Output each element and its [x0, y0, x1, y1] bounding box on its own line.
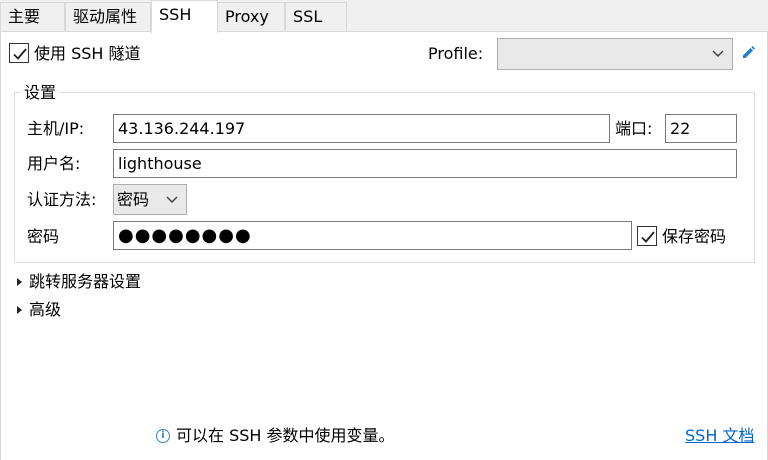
auth-method-label: 认证方法: — [27, 190, 97, 209]
host-label: 主机/IP: — [27, 119, 85, 138]
advanced-label: 高级 — [29, 300, 62, 319]
tab-label: 主要 — [8, 7, 41, 26]
advanced-expander[interactable]: 高级 — [17, 299, 61, 321]
expand-triangle-icon — [17, 278, 22, 286]
edit-pencil-icon[interactable] — [740, 45, 756, 61]
use-ssh-tunnel-label: 使用 SSH 隧道 — [34, 44, 141, 63]
port-label: 端口: — [615, 119, 653, 138]
save-password-checkbox[interactable] — [637, 226, 657, 246]
tab-ssh[interactable]: SSH — [151, 0, 218, 33]
jump-server-label: 跳转服务器设置 — [29, 272, 142, 291]
host-input[interactable]: 43.136.244.197 — [113, 114, 610, 143]
checkmark-icon — [13, 48, 27, 60]
tab-label: SSL — [293, 7, 323, 26]
jump-server-expander[interactable]: 跳转服务器设置 — [17, 271, 141, 293]
password-input[interactable]: ●●●●●●●● — [113, 221, 632, 250]
settings-group-title: 设置 — [21, 82, 60, 104]
expand-triangle-icon — [17, 306, 22, 314]
profile-select[interactable] — [497, 38, 733, 70]
tab-bar: 主要 驱动属性 Proxy SSL SSH — [0, 0, 768, 33]
info-text: 可以在 SSH 参数中使用变量。 — [176, 426, 395, 445]
chevron-down-icon — [712, 50, 724, 58]
profile-label: Profile: — [428, 44, 484, 63]
username-label: 用户名: — [27, 154, 81, 173]
tab-label: Proxy — [225, 7, 269, 26]
tab-label: 驱动属性 — [73, 7, 138, 26]
checkmark-icon — [641, 231, 655, 243]
use-ssh-tunnel-checkbox[interactable] — [9, 43, 29, 63]
tab-proxy[interactable]: Proxy — [217, 2, 285, 31]
ssh-docs-link[interactable]: SSH 文档 — [685, 425, 754, 447]
tab-main[interactable]: 主要 — [0, 2, 65, 31]
auth-method-select[interactable]: 密码 — [113, 184, 187, 215]
password-value: ●●●●●●●● — [118, 225, 252, 246]
username-value: lighthouse — [118, 154, 202, 173]
auth-method-value: 密码 — [117, 190, 150, 209]
info-icon: i — [156, 429, 170, 443]
password-label: 密码 — [27, 227, 60, 246]
port-value: 22 — [670, 119, 691, 138]
tab-ssl[interactable]: SSL — [285, 2, 347, 31]
tab-label: SSH — [159, 5, 192, 24]
port-input[interactable]: 22 — [665, 114, 737, 143]
save-password-label: 保存密码 — [662, 227, 727, 246]
username-input[interactable]: lighthouse — [113, 149, 737, 178]
tab-driver-properties[interactable]: 驱动属性 — [65, 2, 151, 31]
host-value: 43.136.244.197 — [118, 119, 246, 138]
chevron-down-icon — [166, 195, 178, 203]
